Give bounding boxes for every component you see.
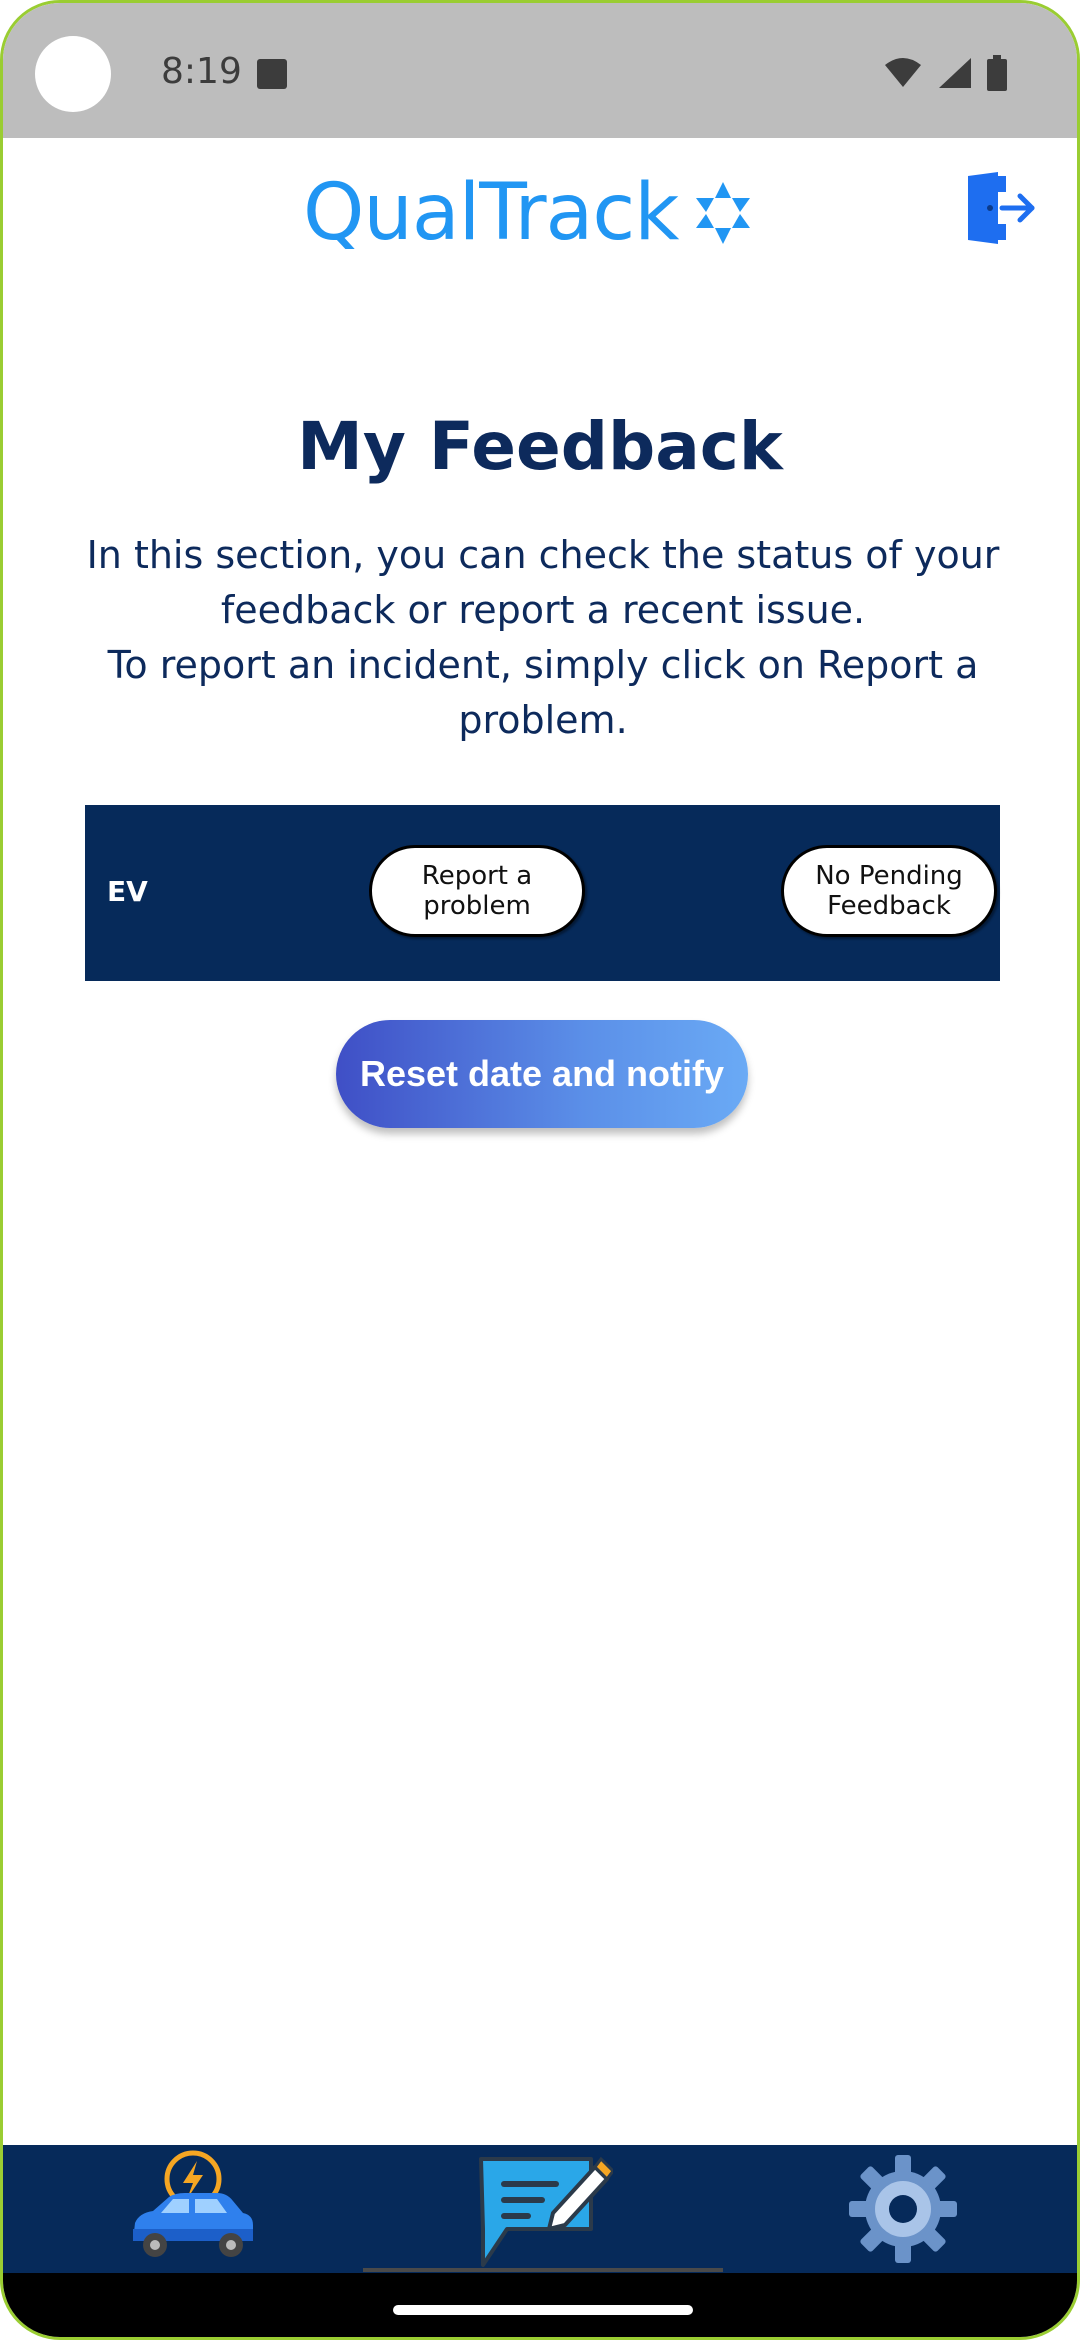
home-gesture-handle[interactable] (393, 2305, 693, 2315)
logout-door-icon (968, 172, 1035, 244)
reset-date-notify-button[interactable]: Reset date and notify (336, 1020, 748, 1128)
logout-button[interactable] (958, 168, 1038, 253)
description-line: In this section, you can check the statu… (86, 533, 1000, 632)
app-name: QualTrack (303, 168, 679, 258)
active-tab-indicator (363, 2268, 723, 2272)
signal-icon (939, 58, 971, 88)
ev-car-icon (133, 2150, 253, 2257)
status-icons (883, 55, 1007, 91)
feedback-message-icon (479, 2156, 613, 2267)
camera-cutout (35, 36, 111, 112)
status-time: 8:19 (161, 51, 242, 92)
gear-icon (849, 2155, 957, 2263)
status-bar: 8:19 (3, 3, 1077, 138)
logo-star-icon (696, 182, 751, 244)
phone-frame: 8:19 QualTrack My Feedback In this secti… (0, 0, 1080, 2340)
report-problem-button[interactable]: Report a problem (369, 845, 585, 937)
page-description: In this section, you can check the statu… (73, 528, 1013, 748)
nav-item-ev[interactable] (103, 2145, 273, 2273)
feedback-row-ev: EV Report a problem No Pending Feedback (85, 805, 1000, 981)
nav-item-settings[interactable] (838, 2145, 968, 2273)
battery-icon (987, 55, 1007, 91)
description-line: To report an incident, simply click on R… (107, 643, 979, 742)
page-title: My Feedback (297, 408, 783, 485)
nav-item-feedback[interactable] (473, 2145, 613, 2273)
wifi-icon (885, 58, 921, 87)
vehicle-type-label: EV (107, 875, 148, 908)
app-logo: QualTrack (303, 168, 756, 258)
feedback-status-button[interactable]: No Pending Feedback (781, 845, 997, 937)
bottom-navigation (3, 2145, 1077, 2273)
app-header: QualTrack (3, 138, 1077, 288)
notification-icon (257, 59, 287, 89)
